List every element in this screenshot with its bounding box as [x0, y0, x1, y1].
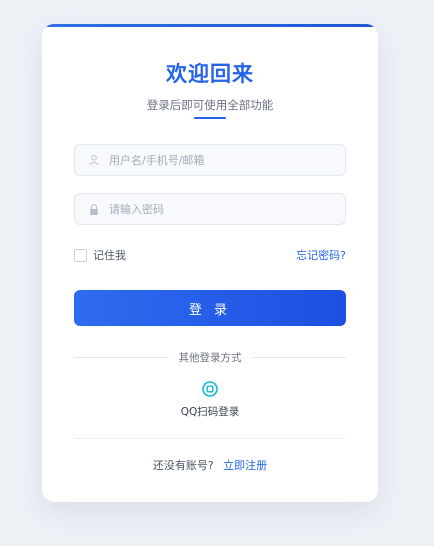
title-underline: [194, 117, 226, 119]
other-methods-label: 其他登录方式: [178, 351, 242, 364]
qq-login-label: QQ扫码登录: [180, 406, 240, 418]
remember-label: 记住我: [93, 249, 126, 262]
card-accent-bar: [42, 24, 378, 27]
no-account-text: 还没有账号?: [152, 459, 214, 472]
username-input[interactable]: [109, 153, 329, 167]
remember-me[interactable]: 记住我: [74, 247, 126, 263]
lock-icon: [87, 202, 101, 216]
divider-line-right: [251, 356, 346, 358]
register-prompt: 还没有账号? 立即注册: [42, 457, 378, 473]
qq-icon: [202, 381, 218, 397]
page-title: 欢迎回来: [166, 62, 254, 86]
divider-line-left: [74, 356, 169, 358]
page-subtitle: 登录后即可使用全部功能: [146, 98, 274, 112]
user-icon: [87, 153, 101, 167]
username-field[interactable]: [74, 144, 346, 176]
forgot-password-link[interactable]: 忘记密码?: [296, 247, 346, 263]
remember-checkbox[interactable]: [74, 248, 87, 262]
login-button[interactable]: 登 录: [74, 290, 346, 326]
password-input[interactable]: [109, 202, 329, 216]
register-link[interactable]: 立即注册: [223, 459, 267, 472]
login-card: 欢迎回来 登录后即可使用全部功能 记住我 忘记密码? 登 录 其他登录方式: [42, 24, 378, 502]
footer-divider: [74, 438, 346, 439]
other-methods-divider: 其他登录方式: [74, 350, 346, 364]
password-field[interactable]: [74, 193, 346, 225]
qq-login-button[interactable]: QQ扫码登录: [160, 381, 260, 419]
